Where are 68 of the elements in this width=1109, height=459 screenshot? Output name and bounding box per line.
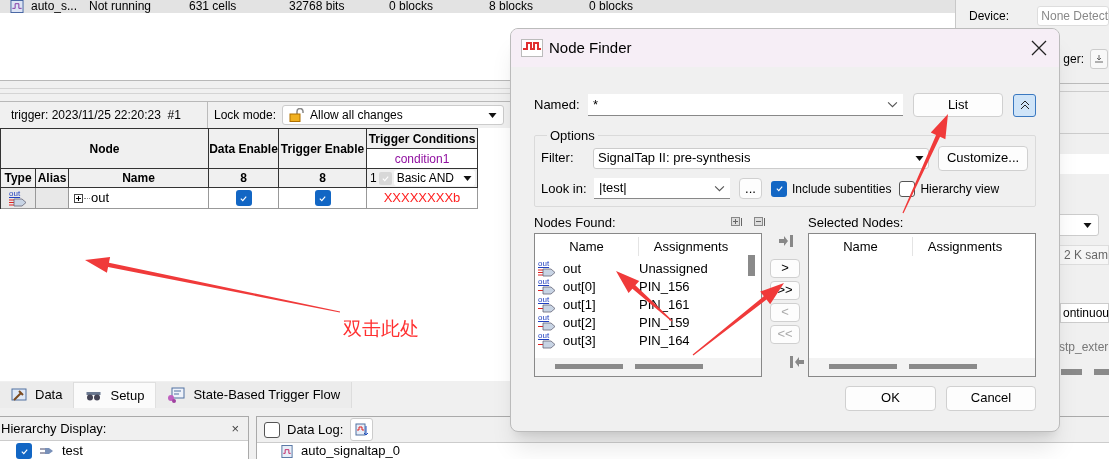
annotation-text: 双击此处 (343, 316, 419, 341)
trigger-value[interactable]: XXXXXXXXb (367, 188, 478, 209)
node-name[interactable]: out (563, 259, 582, 279)
condition-index: 1 (370, 170, 377, 187)
ok-button[interactable]: OK (845, 385, 936, 411)
look-in-label: Look in: (541, 179, 588, 198)
node-assignment[interactable]: PIN_164 (639, 330, 690, 351)
cancel-button[interactable]: Cancel (946, 385, 1036, 411)
close-button[interactable]: × (231, 418, 239, 439)
node-name[interactable]: out (91, 188, 110, 208)
instance-name: auto_s... (31, 0, 79, 13)
window-title: Node Finder (549, 37, 633, 58)
node-name[interactable]: out[3] (563, 330, 596, 351)
node-name[interactable]: out[0] (563, 276, 596, 297)
node-assignment[interactable]: PIN_159 (639, 312, 690, 333)
instance-blocks: 8 blocks (489, 0, 589, 13)
node-assignment[interactable]: PIN_156 (639, 276, 690, 297)
column-header[interactable]: Assignments (913, 236, 1017, 257)
device-label: Device: (969, 8, 1010, 25)
panel-title: Hierarchy Display: (1, 419, 107, 438)
checkbox-label: Include subentities (792, 180, 892, 198)
data-log-label: Data Log: (287, 420, 344, 439)
node-assignment[interactable]: Unassigned (639, 259, 708, 279)
column-header[interactable]: Data Enable (209, 129, 279, 169)
group-title: Options (549, 127, 596, 145)
lock-mode-dropdown[interactable]: Allow all changes (282, 105, 505, 125)
device-field[interactable]: None Detect (1037, 6, 1109, 26)
list-button[interactable]: List (913, 93, 1003, 117)
named-label: Named: (534, 96, 581, 115)
named-combo[interactable]: * (588, 94, 903, 116)
customize-button[interactable]: Customize... (938, 145, 1028, 171)
instance-status: Not running (89, 0, 153, 13)
instance-blocks: 0 blocks (589, 0, 689, 13)
column-header[interactable]: Name (535, 236, 639, 257)
checkbox-label: Hierarchy view (920, 180, 1000, 198)
instance-blocks: 0 blocks (389, 0, 489, 13)
instance-bits: 32768 bits (289, 0, 346, 13)
node-name[interactable]: out[1] (563, 294, 596, 315)
hierarchy-item[interactable]: test (62, 441, 83, 459)
tab[interactable]: Data (0, 382, 75, 408)
count-header: 8 (279, 169, 367, 188)
transfer-button[interactable]: > (770, 258, 800, 278)
column-header[interactable]: Trigger Conditions (367, 129, 478, 149)
node-name[interactable]: out[2] (563, 312, 596, 333)
filter-label: Filter: (541, 149, 575, 168)
column-header[interactable]: Trigger Enable (279, 129, 367, 169)
instance-item[interactable]: auto_signaltap_0 (301, 441, 401, 459)
trigger-label: ger: (1063, 51, 1084, 68)
column-header[interactable]: Type (1, 169, 36, 188)
look-in-combo[interactable]: |test| (594, 178, 730, 199)
column-header[interactable]: Name (69, 169, 209, 188)
list-title: Nodes Found: (534, 214, 617, 232)
list-title: Selected Nodes: (808, 214, 904, 232)
column-header[interactable]: Node (1, 129, 209, 169)
lock-mode-label: Lock mode: (214, 107, 277, 124)
filter-dropdown[interactable]: SignalTap II: pre-synthesis (593, 147, 929, 169)
clock-field[interactable]: stp_exter (1059, 338, 1109, 356)
column-header[interactable]: Name (809, 236, 913, 257)
column-header[interactable]: Assignments (639, 236, 743, 257)
column-header[interactable]: Alias (36, 169, 69, 188)
tab[interactable]: State-Based Trigger Flow (156, 382, 353, 408)
tab[interactable]: Setup (74, 382, 157, 408)
condition-header[interactable]: condition1 (367, 149, 478, 169)
browse-button[interactable]: ... (739, 178, 762, 199)
condition-mode-dropdown[interactable]: Basic AND (393, 170, 475, 186)
instance-row[interactable]: auto_s... Not running 631 cells 32768 bits 0 blocks 8 blocks 0 blocks (0, 0, 955, 13)
instance-cells: 631 cells (189, 0, 289, 13)
count-header: 8 (209, 169, 279, 188)
